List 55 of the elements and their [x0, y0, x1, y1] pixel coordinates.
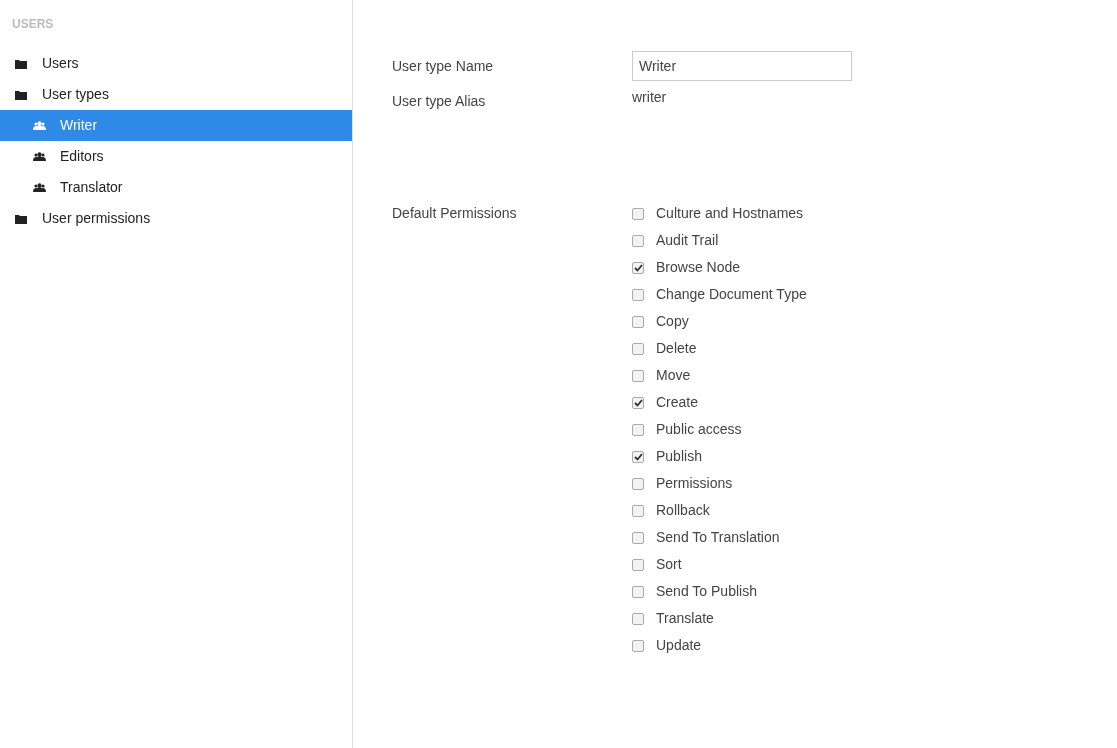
checkbox[interactable]	[632, 639, 644, 652]
folder-icon	[15, 213, 27, 224]
checkbox-label: Copy	[656, 312, 689, 331]
users-icon	[33, 152, 46, 161]
checkbox[interactable]	[632, 342, 644, 355]
field-label: User type Alias	[392, 92, 487, 111]
tree-item[interactable]: Editors	[0, 141, 352, 172]
checkbox-label: Send To Translation	[656, 528, 780, 547]
checkbox[interactable]	[632, 207, 644, 220]
checkbox-label: Delete	[656, 339, 697, 358]
checkbox-label: Translate	[656, 609, 714, 628]
tree-item[interactable]: User types	[0, 79, 352, 110]
folder-icon	[15, 58, 27, 69]
tree-item[interactable]: Users	[0, 48, 352, 79]
checkbox-label: Change Document Type	[656, 285, 807, 304]
checkbox[interactable]	[632, 531, 644, 544]
tree-item[interactable]: Writer	[0, 110, 352, 141]
checkbox[interactable]	[632, 369, 644, 382]
checkbox[interactable]	[632, 558, 644, 571]
name-input[interactable]: Writer	[632, 51, 852, 81]
checkmark-icon	[633, 263, 643, 272]
checkbox[interactable]	[632, 423, 644, 436]
checkmark-icon	[633, 398, 643, 407]
checkbox-label: Audit Trail	[656, 231, 719, 250]
checkbox[interactable]	[632, 396, 644, 409]
checkbox-label: Move	[656, 366, 691, 385]
checkbox-label: Browse Node	[656, 258, 741, 277]
users-icon	[33, 183, 46, 192]
checkbox-label: Create	[656, 393, 699, 412]
checkbox-label: Update	[656, 636, 702, 655]
checkbox-label: Permissions	[656, 474, 733, 493]
checkbox[interactable]	[632, 288, 644, 301]
checkbox[interactable]	[632, 234, 644, 247]
checkbox[interactable]	[632, 261, 644, 274]
checkbox[interactable]	[632, 450, 644, 463]
sidebar-heading: USERS	[11, 16, 55, 33]
field-label: User type Name	[392, 57, 495, 76]
checkbox-label: Publish	[656, 447, 702, 466]
checkbox[interactable]	[632, 504, 644, 517]
checkbox[interactable]	[632, 612, 644, 625]
checkmark-icon	[633, 452, 643, 461]
checkbox[interactable]	[632, 477, 644, 490]
tree-item[interactable]: User permissions	[0, 203, 352, 234]
checkbox-label: Sort	[656, 555, 682, 574]
alias-value: writer	[632, 88, 667, 107]
folder-icon	[15, 89, 27, 100]
tree-item[interactable]: Translator	[0, 172, 352, 203]
checkbox-label: Rollback	[656, 501, 710, 520]
users-icon	[33, 121, 46, 130]
checkbox[interactable]	[632, 585, 644, 598]
checkbox-label: Send To Publish	[656, 582, 757, 601]
checkbox-label: Public access	[656, 420, 742, 439]
checkbox[interactable]	[632, 315, 644, 328]
checkbox-label: Culture and Hostnames	[656, 204, 804, 223]
field-label: Default Permissions	[392, 204, 518, 223]
